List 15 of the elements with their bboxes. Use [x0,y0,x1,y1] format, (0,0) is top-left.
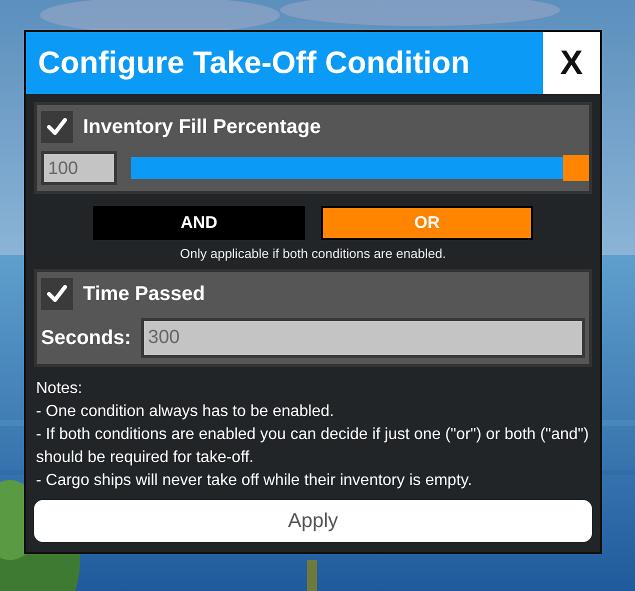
apply-button[interactable]: Apply [34,500,592,542]
hint-text: Only applicable if both conditions are enabled. [180,246,446,261]
field-label: Seconds: [41,326,132,350]
close-button[interactable]: X [543,32,600,94]
condition-label: Inventory Fill Percentage [83,116,321,138]
note-text: - One condition always has to be enabled. [36,402,335,422]
checkbox[interactable] [41,111,73,143]
note-text: - Cargo ships will never take off while their inventory is empty. [36,471,474,491]
logic-toggle[interactable]: AND [93,206,305,240]
slider-handle[interactable] [563,155,589,181]
note-text: - If both conditions are enabled you can decide if just one ("or") or both ("and") should be required for take-off. [36,425,590,468]
condition-label: Time Passed [83,282,205,306]
window-title: Configure Take-Off Condition [37,45,471,81]
notes-heading: Notes: [36,379,84,399]
checkbox[interactable] [41,278,73,310]
